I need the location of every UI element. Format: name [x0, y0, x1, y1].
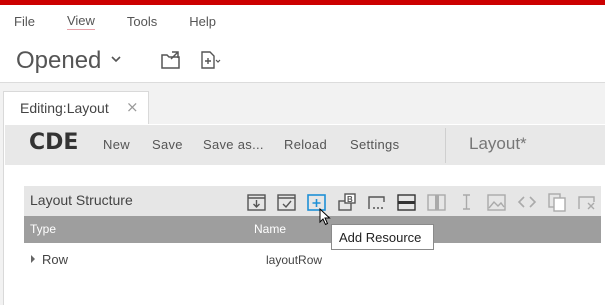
settings-button[interactable]: Settings	[350, 137, 399, 152]
menu-help[interactable]: Help	[189, 14, 216, 29]
duplicate-icon[interactable]	[546, 192, 568, 212]
close-icon[interactable]: ×	[126, 98, 139, 116]
table-header	[24, 216, 601, 243]
tab-strip: Editing:Layout ×	[0, 83, 605, 125]
add-space-icon[interactable]	[456, 192, 478, 212]
add-bootstrap-panel-icon[interactable]: B	[336, 192, 358, 212]
cde-logo: CDE	[29, 130, 79, 155]
table-row-name[interactable]: layoutRow	[266, 253, 322, 267]
menu-tools[interactable]: Tools	[127, 14, 157, 29]
menu-bar: File View Tools Help	[0, 5, 605, 38]
new-file-icon[interactable]	[200, 51, 222, 69]
save-button[interactable]: Save	[152, 137, 183, 152]
tab-editing-layout[interactable]: Editing:Layout ×	[3, 91, 149, 125]
open-files-bar: Opened	[0, 38, 605, 83]
toolbar-divider	[445, 128, 446, 163]
panel-title: Layout Structure	[30, 192, 133, 208]
reload-button[interactable]: Reload	[284, 137, 327, 152]
menu-view[interactable]: View	[66, 13, 95, 30]
tooltip: Add Resource	[331, 224, 434, 250]
column-name-header: Name	[254, 222, 287, 236]
mouse-cursor-icon	[319, 208, 331, 226]
expand-arrow-icon[interactable]	[30, 255, 36, 263]
open-folder-icon[interactable]	[161, 51, 181, 69]
add-row-icon[interactable]	[396, 192, 418, 212]
table-row-type[interactable]: Row	[42, 252, 68, 267]
document-title: Layout*	[469, 134, 527, 153]
new-button[interactable]: New	[103, 137, 130, 152]
add-columns-icon[interactable]	[426, 192, 448, 212]
delete-icon[interactable]	[576, 192, 598, 212]
save-template-icon[interactable]	[246, 192, 268, 212]
add-image-icon[interactable]	[486, 192, 508, 212]
menu-file[interactable]: File	[14, 14, 35, 29]
add-freeform-icon[interactable]	[366, 192, 388, 212]
chevron-down-icon[interactable]	[111, 55, 121, 63]
add-html-icon[interactable]	[516, 192, 538, 212]
apply-template-icon[interactable]	[276, 192, 298, 212]
tooltip-text: Add Resource	[339, 230, 422, 245]
opened-dropdown[interactable]: Opened	[16, 47, 101, 75]
column-type-header: Type	[30, 222, 57, 236]
tab-label: Editing:Layout	[20, 100, 109, 116]
save-as-button[interactable]: Save as...	[203, 137, 264, 152]
svg-text:B: B	[347, 195, 353, 204]
